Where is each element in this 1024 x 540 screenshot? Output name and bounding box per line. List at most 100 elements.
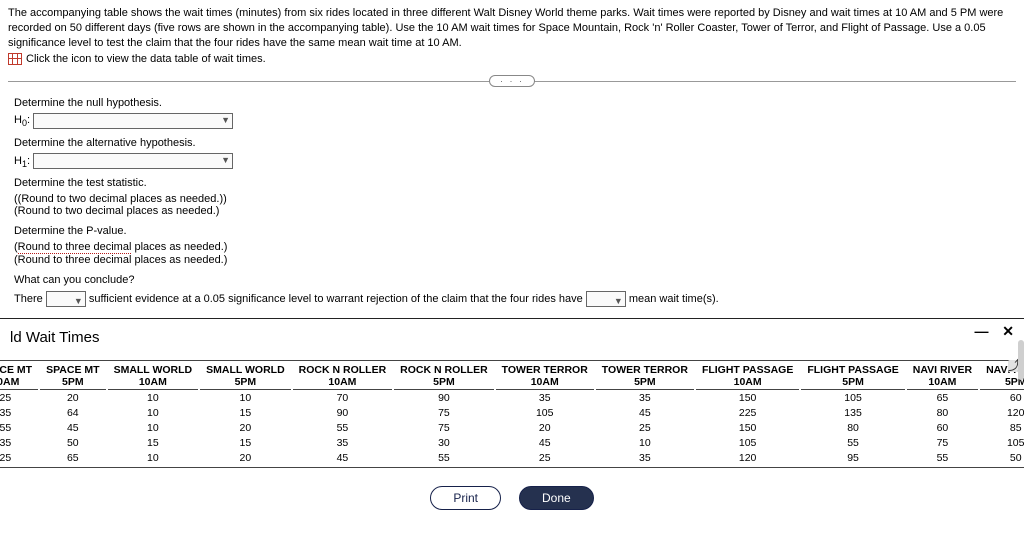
table-row: 3564101590751054522513580120: [0, 407, 1024, 420]
table-cell: 35: [596, 452, 694, 465]
column-header: FLIGHT PASSAGE10AM: [696, 363, 799, 390]
section-divider: · · ·: [8, 75, 1016, 87]
conclusion-prompt: What can you conclude?: [14, 274, 1016, 286]
chevron-down-icon: ▼: [221, 155, 230, 165]
ts-round-note: (Round to two decimal places as needed.): [14, 205, 1016, 217]
conclusion-select-2[interactable]: ▼: [586, 291, 626, 307]
pv-round-note: (Round to three decimal places as needed…: [14, 254, 1016, 266]
table-cell: 55: [394, 452, 494, 465]
table-cell: 20: [200, 422, 291, 435]
column-header: SPACE MT5PM: [40, 363, 105, 390]
test-statistic-prompt: Determine the test statistic.: [14, 177, 1016, 189]
table-row: 2565102045552535120955550: [0, 452, 1024, 465]
column-header: TOWER TERROR10AM: [496, 363, 594, 390]
divider-handle[interactable]: · · ·: [489, 75, 535, 87]
minimize-icon[interactable]: —: [974, 323, 990, 339]
table-cell: 75: [394, 422, 494, 435]
conclusion-select-1[interactable]: ▼: [46, 291, 86, 307]
table-cell: 105: [980, 437, 1024, 450]
table-cell: 64: [40, 407, 105, 420]
table-cell: 95: [801, 452, 904, 465]
table-cell: 120: [980, 407, 1024, 420]
alt-hypothesis-prompt: Determine the alternative hypothesis.: [14, 137, 1016, 149]
data-table-icon[interactable]: [8, 53, 22, 65]
table-cell: 45: [293, 452, 393, 465]
table-cell: 120: [696, 452, 799, 465]
table-cell: 45: [496, 437, 594, 450]
h0-select[interactable]: ▼: [33, 113, 233, 129]
table-cell: 65: [40, 452, 105, 465]
table-cell: 35: [0, 437, 38, 450]
null-hypothesis-prompt: Determine the null hypothesis.: [14, 97, 1016, 109]
chevron-down-icon: ▼: [74, 293, 83, 309]
h1-symbol: H1:: [14, 155, 30, 167]
pv-round-note: (Round to three decimal places as needed…: [14, 241, 1016, 254]
table-cell: 15: [200, 437, 291, 450]
vertical-scrollbar[interactable]: [1018, 340, 1024, 380]
table-cell: 20: [200, 452, 291, 465]
column-header: SMALL WORLD10AM: [108, 363, 199, 390]
table-cell: 90: [394, 392, 494, 405]
table-cell: 35: [496, 392, 594, 405]
ts-round-note: ((Round to two decimal places as needed.…: [14, 193, 1016, 205]
table-cell: 15: [200, 407, 291, 420]
panel-title: ld Wait Times: [10, 329, 1014, 346]
column-header: ROCK N ROLLER10AM: [293, 363, 393, 390]
column-header: FLIGHT PASSAGE5PM: [801, 363, 904, 390]
table-cell: 150: [696, 392, 799, 405]
done-button[interactable]: Done: [519, 486, 594, 510]
table-cell: 105: [696, 437, 799, 450]
table-cell: 25: [596, 422, 694, 435]
scroll-hint-icon[interactable]: ⤴: [1008, 360, 1018, 372]
p-value-prompt: Determine the P-value.: [14, 225, 1016, 237]
table-cell: 10: [108, 392, 199, 405]
table-cell: 135: [801, 407, 904, 420]
table-cell: 10: [108, 407, 199, 420]
table-cell: 20: [40, 392, 105, 405]
table-cell: 10: [596, 437, 694, 450]
table-cell: 25: [0, 452, 38, 465]
chevron-down-icon: ▼: [614, 293, 623, 309]
table-cell: 35: [293, 437, 393, 450]
table-cell: 45: [40, 422, 105, 435]
table-cell: 105: [801, 392, 904, 405]
table-cell: 80: [801, 422, 904, 435]
data-table-hint: Click the icon to view the data table of…: [26, 53, 266, 65]
table-cell: 50: [980, 452, 1024, 465]
table-cell: 10: [200, 392, 291, 405]
column-header: SMALL WORLD5PM: [200, 363, 291, 390]
table-cell: 50: [40, 437, 105, 450]
column-header: TOWER TERROR5PM: [596, 363, 694, 390]
print-button[interactable]: Print: [430, 486, 501, 510]
table-cell: 225: [696, 407, 799, 420]
problem-statement: The accompanying table shows the wait ti…: [8, 6, 1016, 51]
table-cell: 55: [0, 422, 38, 435]
conclusion-line: There ▼ sufficient evidence at a 0.05 si…: [14, 290, 1016, 310]
table-cell: 70: [293, 392, 393, 405]
table-cell: 150: [696, 422, 799, 435]
table-cell: 30: [394, 437, 494, 450]
table-cell: 75: [394, 407, 494, 420]
table-cell: 75: [907, 437, 978, 450]
table-cell: 60: [980, 392, 1024, 405]
column-header: ROCK N ROLLER5PM: [394, 363, 494, 390]
table-cell: 20: [496, 422, 594, 435]
table-row: 35501515353045101055575105: [0, 437, 1024, 450]
table-cell: 10: [108, 452, 199, 465]
table-cell: 80: [907, 407, 978, 420]
h1-select[interactable]: ▼: [33, 153, 233, 169]
table-cell: 10: [108, 422, 199, 435]
h0-symbol: H0:: [14, 114, 30, 126]
table-cell: 60: [907, 422, 978, 435]
close-icon[interactable]: ✕: [1002, 323, 1016, 339]
column-header: SPACE MT10AM: [0, 363, 38, 390]
table-cell: 55: [801, 437, 904, 450]
table-cell: 15: [108, 437, 199, 450]
table-cell: 35: [596, 392, 694, 405]
table-cell: 25: [496, 452, 594, 465]
table-cell: 35: [0, 407, 38, 420]
table-row: 5545102055752025150806085: [0, 422, 1024, 435]
table-cell: 65: [907, 392, 978, 405]
wait-times-table: SPACE MT10AMSPACE MT5PMSMALL WORLD10AMSM…: [0, 360, 1024, 469]
table-cell: 85: [980, 422, 1024, 435]
